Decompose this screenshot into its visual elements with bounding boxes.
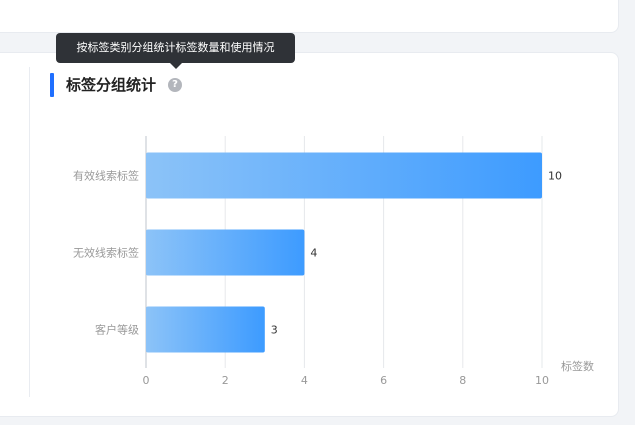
- category-label: 有效线索标签: [73, 169, 139, 183]
- x-tick-label: 10: [535, 374, 549, 387]
- x-tick-label: 2: [222, 374, 229, 387]
- x-tick-label: 0: [143, 374, 150, 387]
- bar: [146, 229, 305, 276]
- category-label: 客户等级: [95, 323, 139, 337]
- bar-chart: 0 2 4 6 8 10 标签数 有效线索标签 10 无效线索标签 4 客户等级 3: [73, 136, 594, 387]
- category-label: 无效线索标签: [73, 246, 139, 260]
- x-axis-title: 标签数: [561, 359, 594, 373]
- data-label: 3: [271, 324, 278, 337]
- bar: [146, 306, 265, 353]
- data-label: 4: [310, 247, 317, 260]
- x-tick-label: 4: [301, 374, 308, 387]
- data-label: 10: [548, 170, 562, 183]
- x-tick-label: 8: [459, 374, 466, 387]
- x-tick-label: 6: [380, 374, 387, 387]
- bar: [146, 152, 542, 199]
